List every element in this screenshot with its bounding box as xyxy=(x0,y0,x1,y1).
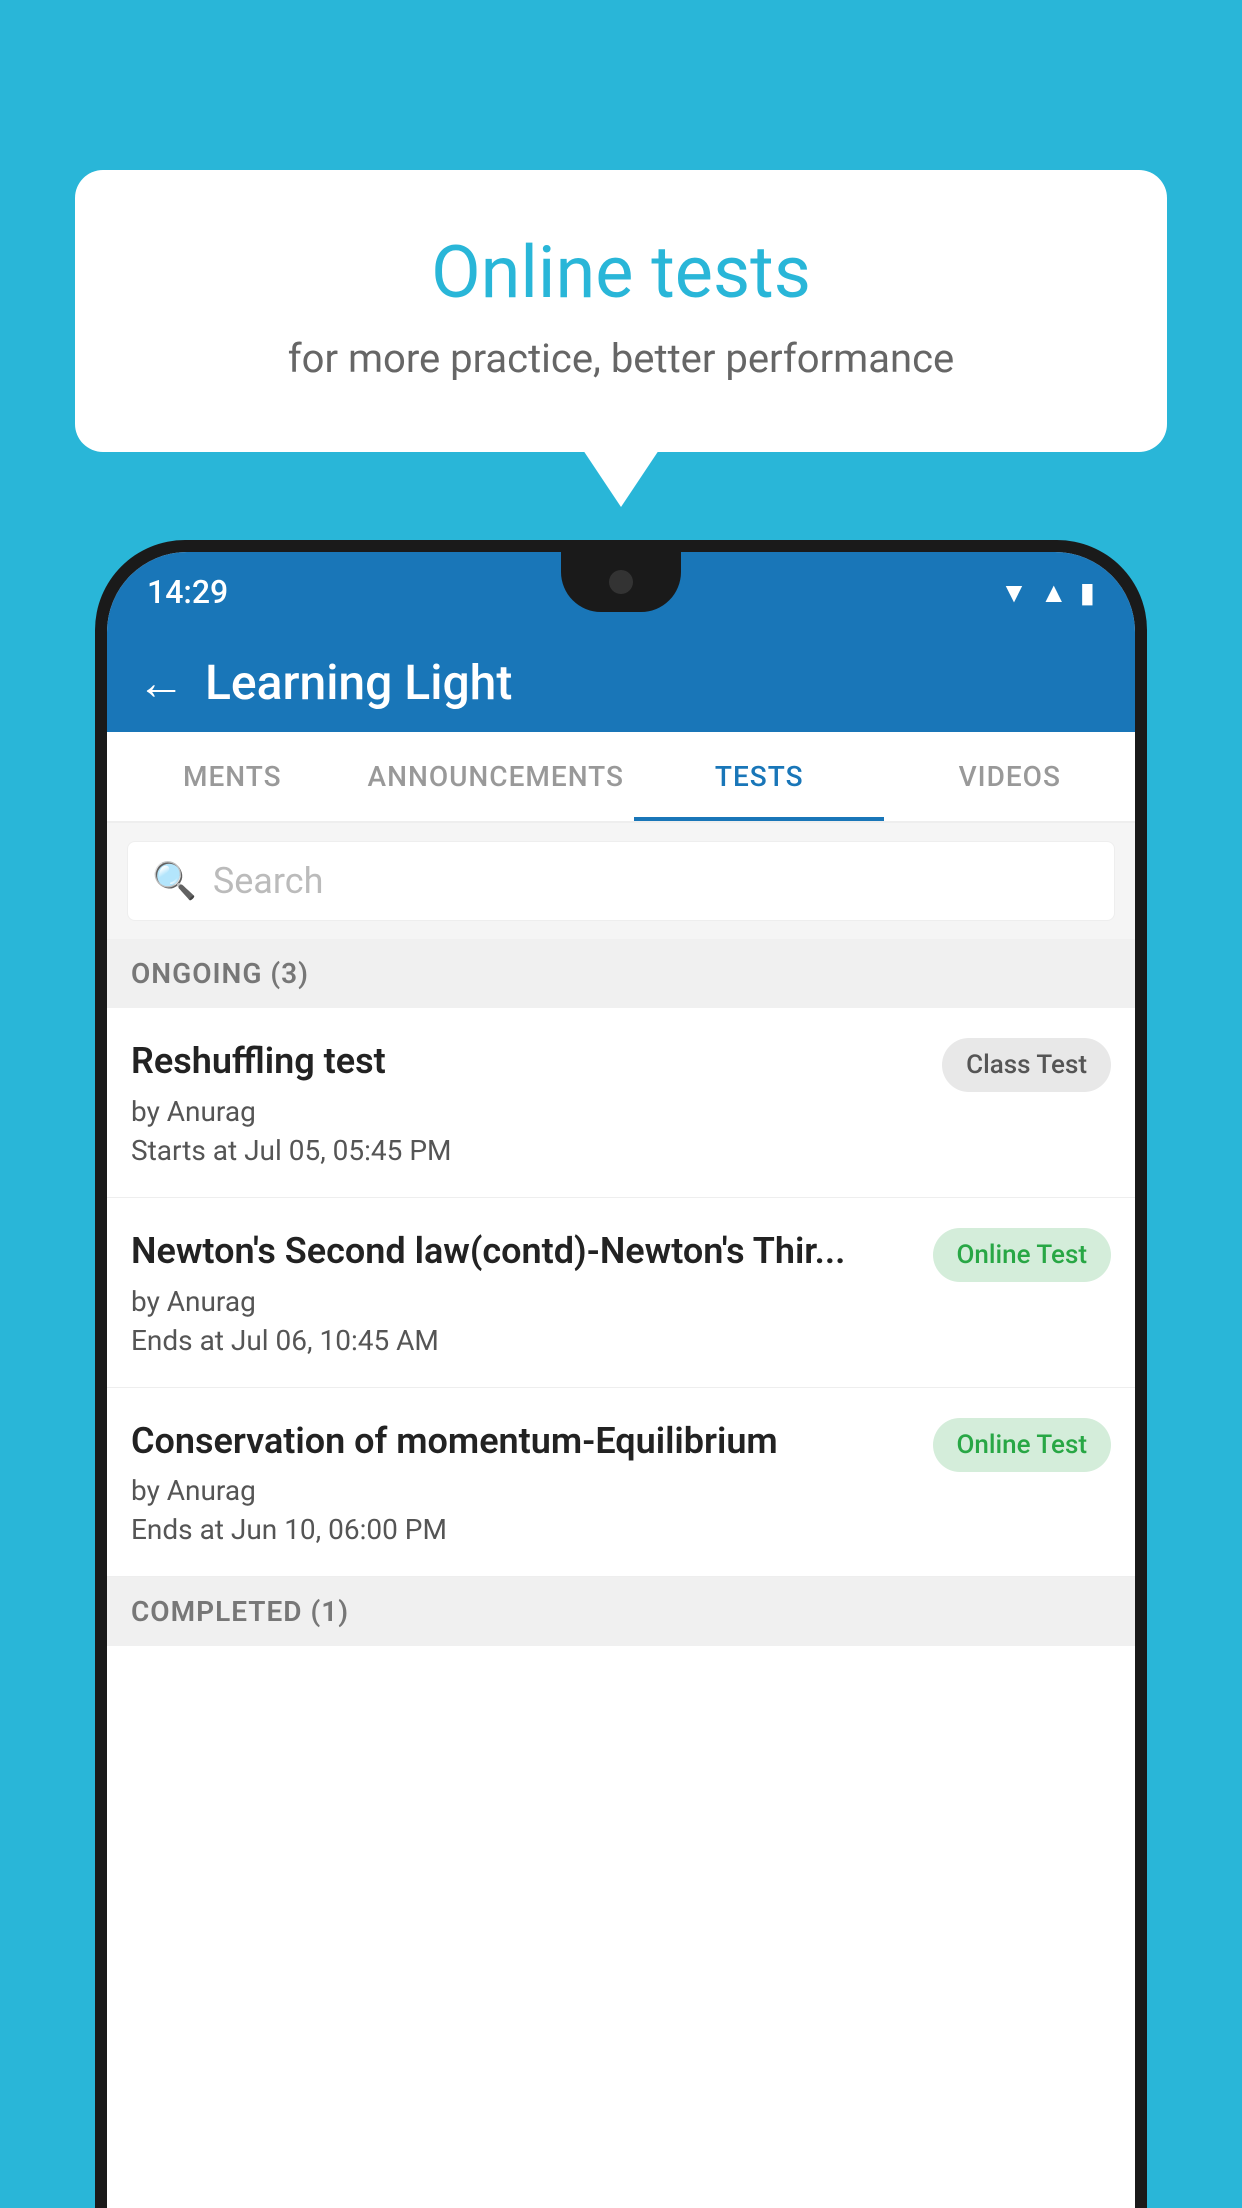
search-bar[interactable]: 🔍 Search xyxy=(127,841,1115,921)
test-date: Starts at Jul 05, 05:45 PM xyxy=(131,1134,926,1167)
app-title: Learning Light xyxy=(205,654,512,711)
search-icon: 🔍 xyxy=(152,860,197,902)
status-time: 14:29 xyxy=(147,573,228,611)
test-name: Reshuffling test xyxy=(131,1038,926,1085)
camera xyxy=(609,570,633,594)
tab-ments[interactable]: MENTS xyxy=(107,732,358,821)
badge-online-test-2: Online Test xyxy=(933,1418,1112,1472)
tab-videos[interactable]: VIDEOS xyxy=(884,732,1135,821)
tab-tests[interactable]: TESTS xyxy=(634,732,885,821)
test-item[interactable]: Reshuffling test by Anurag Starts at Jul… xyxy=(107,1008,1135,1198)
test-name: Conservation of momentum-Equilibrium xyxy=(131,1418,917,1465)
notch xyxy=(561,552,681,612)
tabs-bar: MENTS ANNOUNCEMENTS TESTS VIDEOS xyxy=(107,732,1135,823)
test-name: Newton's Second law(contd)-Newton's Thir… xyxy=(131,1228,917,1275)
search-container: 🔍 Search xyxy=(107,823,1135,939)
app-header: ← Learning Light xyxy=(107,632,1135,732)
search-placeholder: Search xyxy=(213,860,324,902)
test-item-content: Newton's Second law(contd)-Newton's Thir… xyxy=(131,1228,917,1357)
wifi-icon: ▼ xyxy=(1000,576,1028,609)
badge-online-test: Online Test xyxy=(933,1228,1112,1282)
test-item-content: Reshuffling test by Anurag Starts at Jul… xyxy=(131,1038,926,1167)
ongoing-section-header: ONGOING (3) xyxy=(107,939,1135,1008)
test-item-content: Conservation of momentum-Equilibrium by … xyxy=(131,1418,917,1547)
test-date: Ends at Jun 10, 06:00 PM xyxy=(131,1513,917,1546)
back-button[interactable]: ← xyxy=(137,654,185,711)
badge-class-test: Class Test xyxy=(942,1038,1111,1092)
phone-screen: 14:29 ▼ ▲ ▮ ← Learning Light MENTS ANNOU… xyxy=(107,552,1135,2208)
signal-icon: ▲ xyxy=(1040,576,1068,609)
speech-bubble: Online tests for more practice, better p… xyxy=(75,170,1167,452)
promo-subtitle: for more practice, better performance xyxy=(155,335,1087,382)
phone-frame: 14:29 ▼ ▲ ▮ ← Learning Light MENTS ANNOU… xyxy=(95,540,1147,2208)
tab-announcements[interactable]: ANNOUNCEMENTS xyxy=(358,732,634,821)
status-icons: ▼ ▲ ▮ xyxy=(1000,576,1095,609)
test-author: by Anurag xyxy=(131,1095,926,1128)
battery-icon: ▮ xyxy=(1080,576,1095,609)
test-date: Ends at Jul 06, 10:45 AM xyxy=(131,1324,917,1357)
test-author: by Anurag xyxy=(131,1474,917,1507)
test-author: by Anurag xyxy=(131,1285,917,1318)
test-item[interactable]: Conservation of momentum-Equilibrium by … xyxy=(107,1388,1135,1578)
status-bar: 14:29 ▼ ▲ ▮ xyxy=(107,552,1135,632)
promo-title: Online tests xyxy=(155,230,1087,315)
test-item[interactable]: Newton's Second law(contd)-Newton's Thir… xyxy=(107,1198,1135,1388)
completed-section-header: COMPLETED (1) xyxy=(107,1577,1135,1646)
